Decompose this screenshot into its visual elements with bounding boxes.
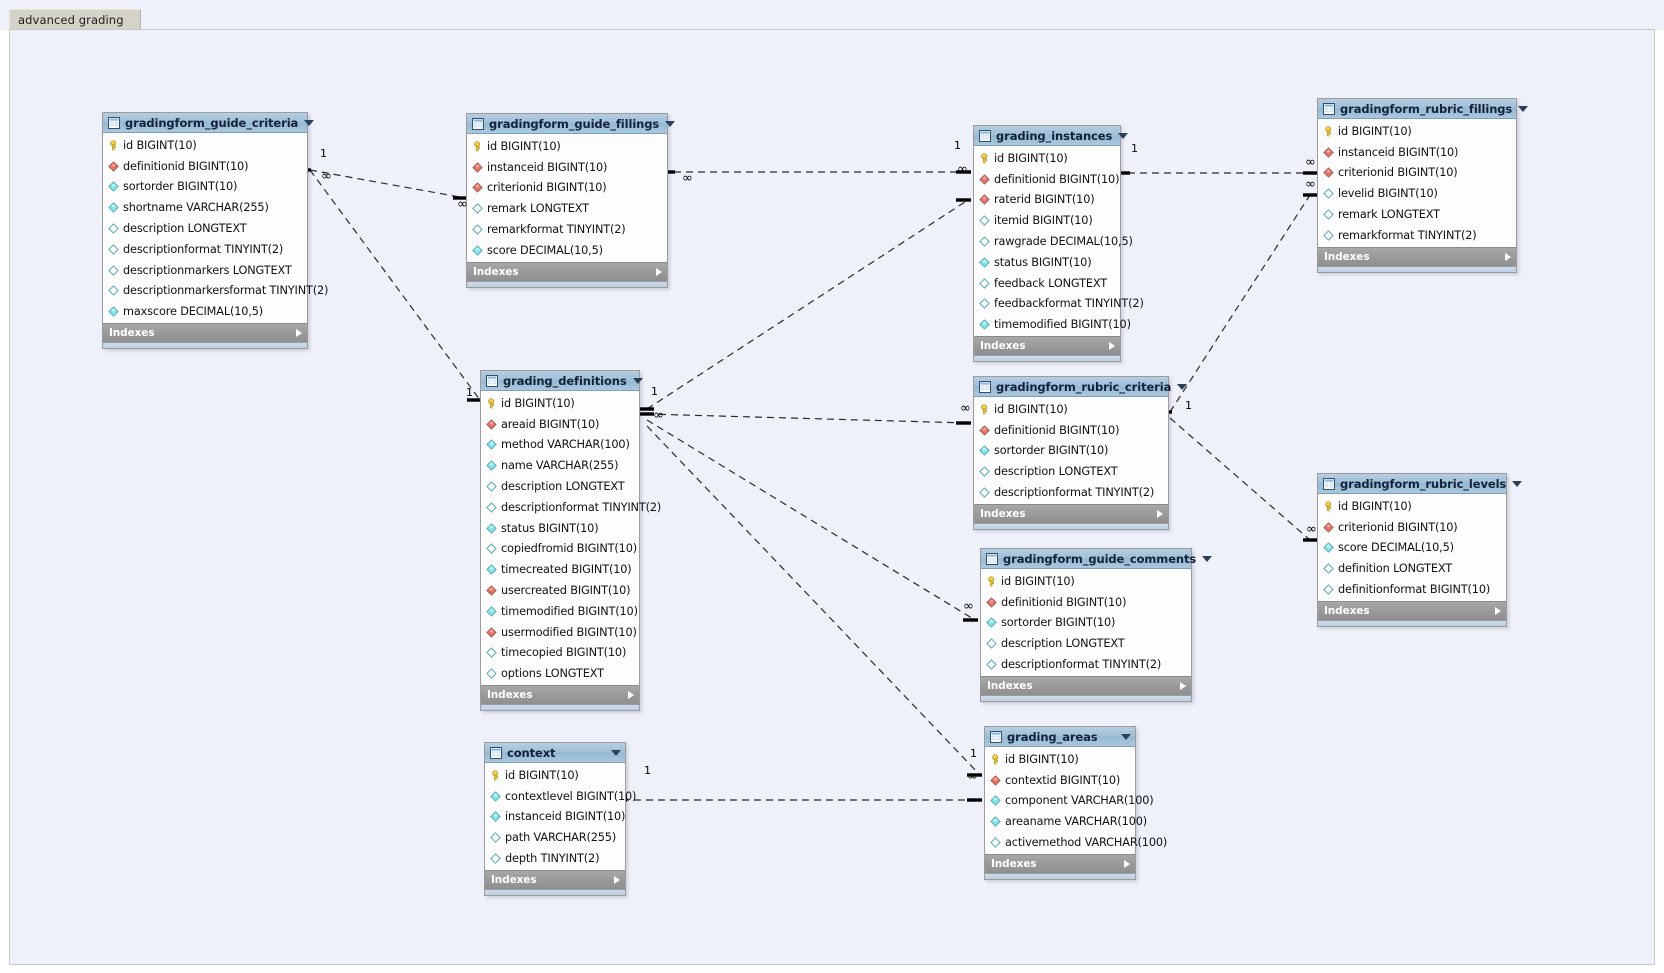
- cardinality-label: 1: [466, 386, 473, 399]
- cardinality-label: 1: [320, 147, 327, 160]
- cardinality-label: ∞: [682, 171, 693, 186]
- cardinality-label: ∞: [457, 197, 468, 212]
- cardinality-label: 1: [1131, 142, 1138, 155]
- cardinality-label: ∞: [967, 769, 978, 784]
- cardinality-label: 1: [970, 747, 977, 760]
- cardinality-label: ∞: [963, 599, 974, 614]
- cardinality-label: 1: [644, 764, 651, 777]
- cardinality-label: 1: [1185, 399, 1192, 412]
- cardinality-label: ∞: [653, 408, 664, 423]
- cardinality-label: 1: [651, 385, 658, 398]
- tab-strip: advanced grading: [0, 0, 1664, 30]
- cardinality-label: ∞: [960, 401, 971, 416]
- cardinality-label: ∞: [1305, 177, 1316, 192]
- cardinality-labels-layer: 1 ∞ ∞ 1 ∞ 1 ∞ 1 ∞ ∞ 1 ∞ ∞ 1 ∞ ∞ 1 ∞ 1: [10, 30, 1654, 964]
- cardinality-label: ∞: [957, 162, 968, 177]
- diagram-canvas[interactable]: gradingform_guide_criteria id BIGINT(10) d…: [9, 29, 1655, 965]
- er-diagram-window: advanced grading gradingform_guide_crite…: [0, 0, 1664, 973]
- cardinality-label: 1: [954, 139, 961, 152]
- cardinality-label: ∞: [1305, 155, 1316, 170]
- tab-advanced-grading[interactable]: advanced grading: [9, 9, 141, 30]
- cardinality-label: ∞: [321, 169, 332, 184]
- cardinality-label: ∞: [1306, 522, 1317, 537]
